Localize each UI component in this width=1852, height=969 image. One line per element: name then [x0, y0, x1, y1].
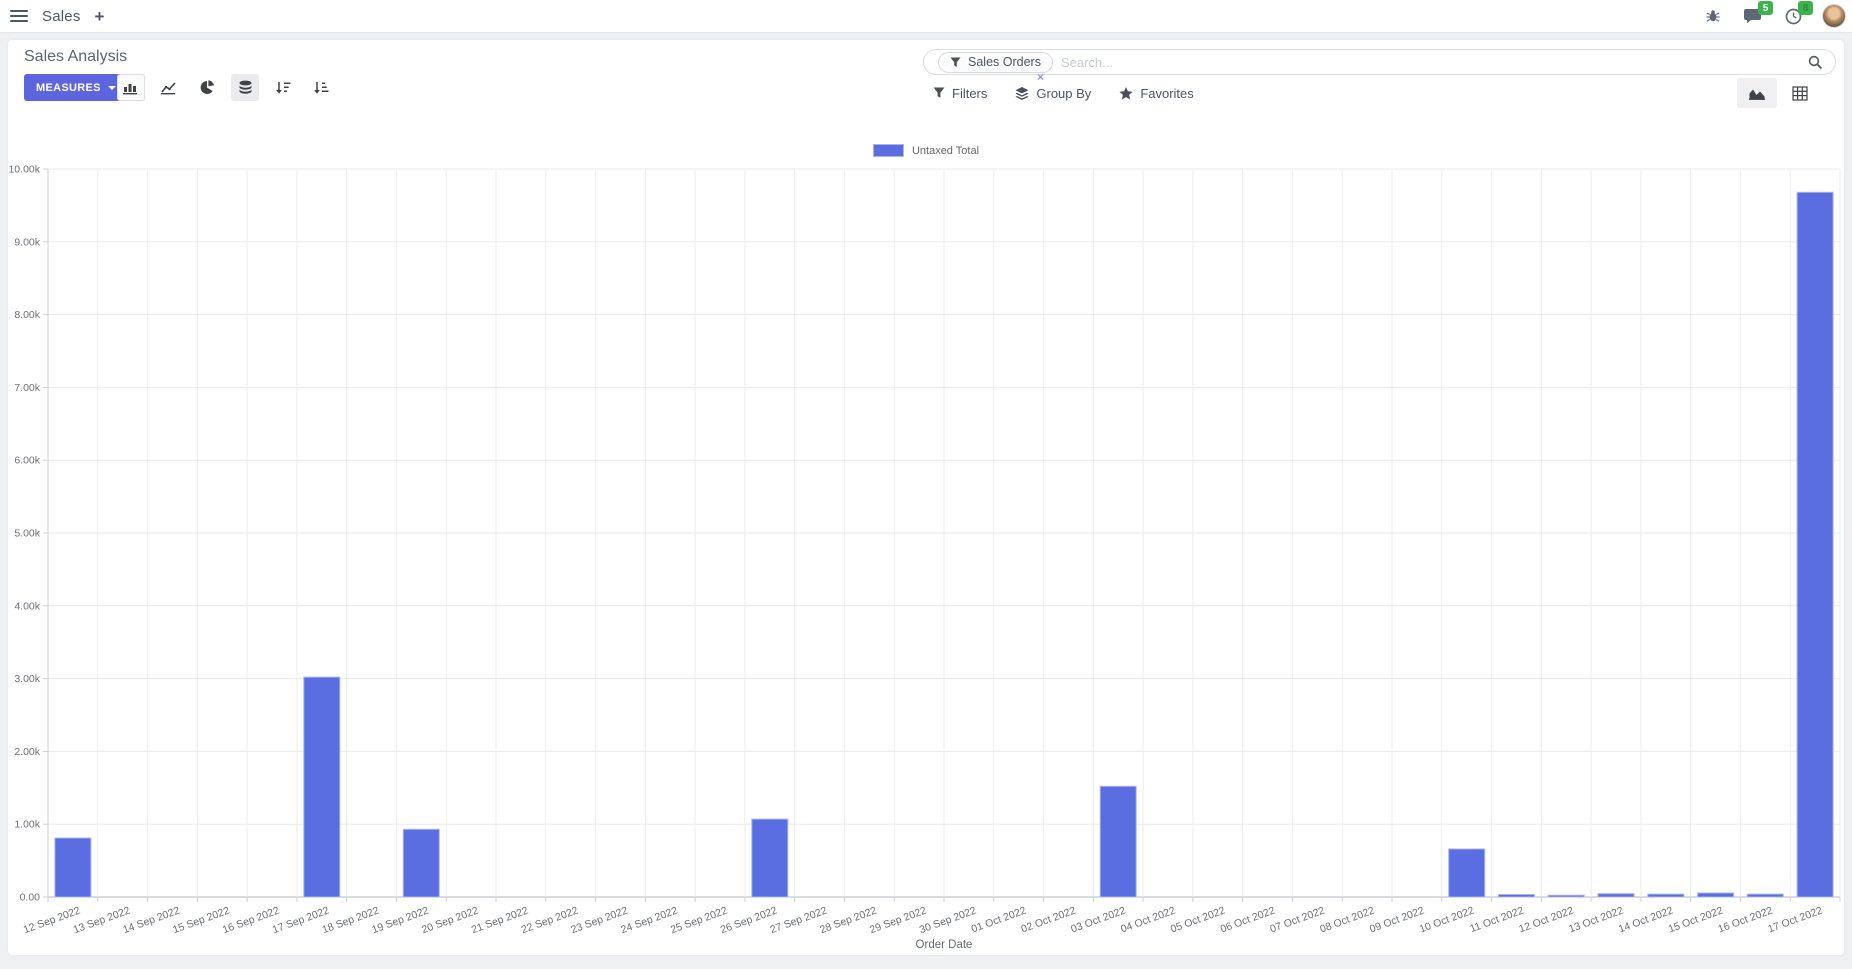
search-bar[interactable]: Sales Orders ×	[923, 49, 1836, 75]
search-menus: Filters Group By Favorites	[933, 82, 1194, 104]
x-tick-label: 17 Oct 2022	[1766, 904, 1824, 935]
x-tick-label: 04 Oct 2022	[1119, 904, 1177, 935]
bar[interactable]	[1797, 192, 1833, 897]
y-tick-label: 10.00k	[8, 164, 40, 176]
avatar[interactable]	[1822, 4, 1846, 28]
stacked-icon[interactable]	[231, 74, 259, 101]
messages-icon[interactable]: 5	[1742, 5, 1764, 27]
bar[interactable]	[1100, 786, 1136, 897]
x-tick-label: 05 Oct 2022	[1169, 904, 1227, 935]
x-tick-label: 12 Oct 2022	[1517, 904, 1575, 935]
x-tick-label: 16 Oct 2022	[1716, 904, 1774, 935]
bar[interactable]	[752, 819, 788, 897]
facet-label: Sales Orders	[968, 55, 1041, 69]
group-by-menu[interactable]: Group By	[1015, 86, 1091, 101]
sort-descending-icon[interactable]	[269, 74, 297, 101]
messages-badge: 5	[1758, 1, 1773, 15]
bar-chart-icon[interactable]	[117, 74, 145, 101]
x-tick-label: 01 Oct 2022	[970, 904, 1028, 935]
x-tick-label: 14 Oct 2022	[1617, 904, 1675, 935]
x-axis-title: Order Date	[916, 939, 973, 951]
pivot-view-icon[interactable]	[1780, 78, 1820, 108]
search-facet-sales-orders[interactable]: Sales Orders	[938, 52, 1053, 73]
x-tick-label: 15 Oct 2022	[1667, 904, 1725, 935]
group-by-layers-icon	[1015, 87, 1029, 100]
menu-icon[interactable]	[10, 10, 28, 22]
y-tick-label: 0.00	[20, 892, 41, 904]
bar[interactable]	[1698, 893, 1734, 897]
x-tick-label: 09 Oct 2022	[1368, 904, 1426, 935]
search-magnifier-icon[interactable]	[1808, 55, 1823, 70]
filter-funnel-icon	[950, 57, 961, 68]
bar[interactable]	[1498, 895, 1534, 898]
activities-clock-icon[interactable]: 8	[1782, 5, 1804, 27]
plus-icon[interactable]: +	[95, 8, 105, 25]
activities-badge: 8	[1798, 1, 1813, 15]
y-tick-label: 7.00k	[14, 382, 40, 394]
top-navbar: Sales + 5	[0, 0, 1852, 33]
x-tick-label: 03 Oct 2022	[1069, 904, 1127, 935]
x-tick-label: 13 Oct 2022	[1567, 904, 1625, 935]
bar[interactable]	[403, 829, 439, 897]
y-tick-label: 6.00k	[14, 455, 40, 467]
y-tick-label: 8.00k	[14, 309, 40, 321]
x-tick-label: 30 Sep 2022	[918, 904, 978, 936]
page-title: Sales Analysis	[24, 48, 127, 66]
measures-button[interactable]: MEASURES	[24, 74, 128, 101]
bar[interactable]	[1548, 895, 1584, 897]
bar[interactable]	[1598, 894, 1634, 897]
filters-menu[interactable]: Filters	[933, 86, 987, 101]
x-tick-label: 02 Oct 2022	[1020, 904, 1078, 935]
favorites-menu[interactable]: Favorites	[1119, 86, 1193, 101]
bar-chart: 0.00 1.00k 2.00k 3.00k 4.00k 5.00k 6.00k 7.00k 8…	[8, 124, 1844, 955]
y-tick-label: 9.00k	[14, 236, 40, 248]
bar[interactable]	[1449, 849, 1485, 897]
chart-type-toolbar	[117, 74, 335, 101]
bar[interactable]	[55, 838, 91, 897]
sort-ascending-icon[interactable]	[307, 74, 335, 101]
bug-icon[interactable]	[1702, 5, 1724, 27]
y-tick-label: 1.00k	[14, 819, 40, 831]
bar[interactable]	[304, 677, 340, 897]
sales-analysis-panel: Sales Analysis MEASURES	[8, 40, 1844, 955]
y-tick-label: 4.00k	[14, 600, 40, 612]
pie-chart-icon[interactable]	[193, 74, 221, 101]
x-tick-label: 10 Oct 2022	[1418, 904, 1476, 935]
bar[interactable]	[1648, 894, 1684, 897]
x-tick-label: 08 Oct 2022	[1318, 904, 1376, 935]
view-switcher	[1737, 78, 1820, 108]
chevron-down-icon	[108, 86, 116, 90]
x-tick-label: 07 Oct 2022	[1268, 904, 1326, 935]
bar[interactable]	[1747, 894, 1783, 897]
line-chart-icon[interactable]	[155, 74, 183, 101]
app-name[interactable]: Sales	[42, 8, 81, 25]
x-tick-label: 06 Oct 2022	[1219, 904, 1277, 935]
x-tick-label: 11 Oct 2022	[1468, 904, 1525, 935]
filter-funnel-icon	[933, 87, 945, 99]
y-tick-label: 5.00k	[14, 528, 40, 540]
favorites-star-icon	[1119, 87, 1133, 100]
graph-view-icon[interactable]	[1737, 78, 1777, 108]
y-tick-label: 3.00k	[14, 673, 40, 685]
y-tick-label: 2.00k	[14, 746, 40, 758]
search-input[interactable]	[1061, 55, 1808, 70]
